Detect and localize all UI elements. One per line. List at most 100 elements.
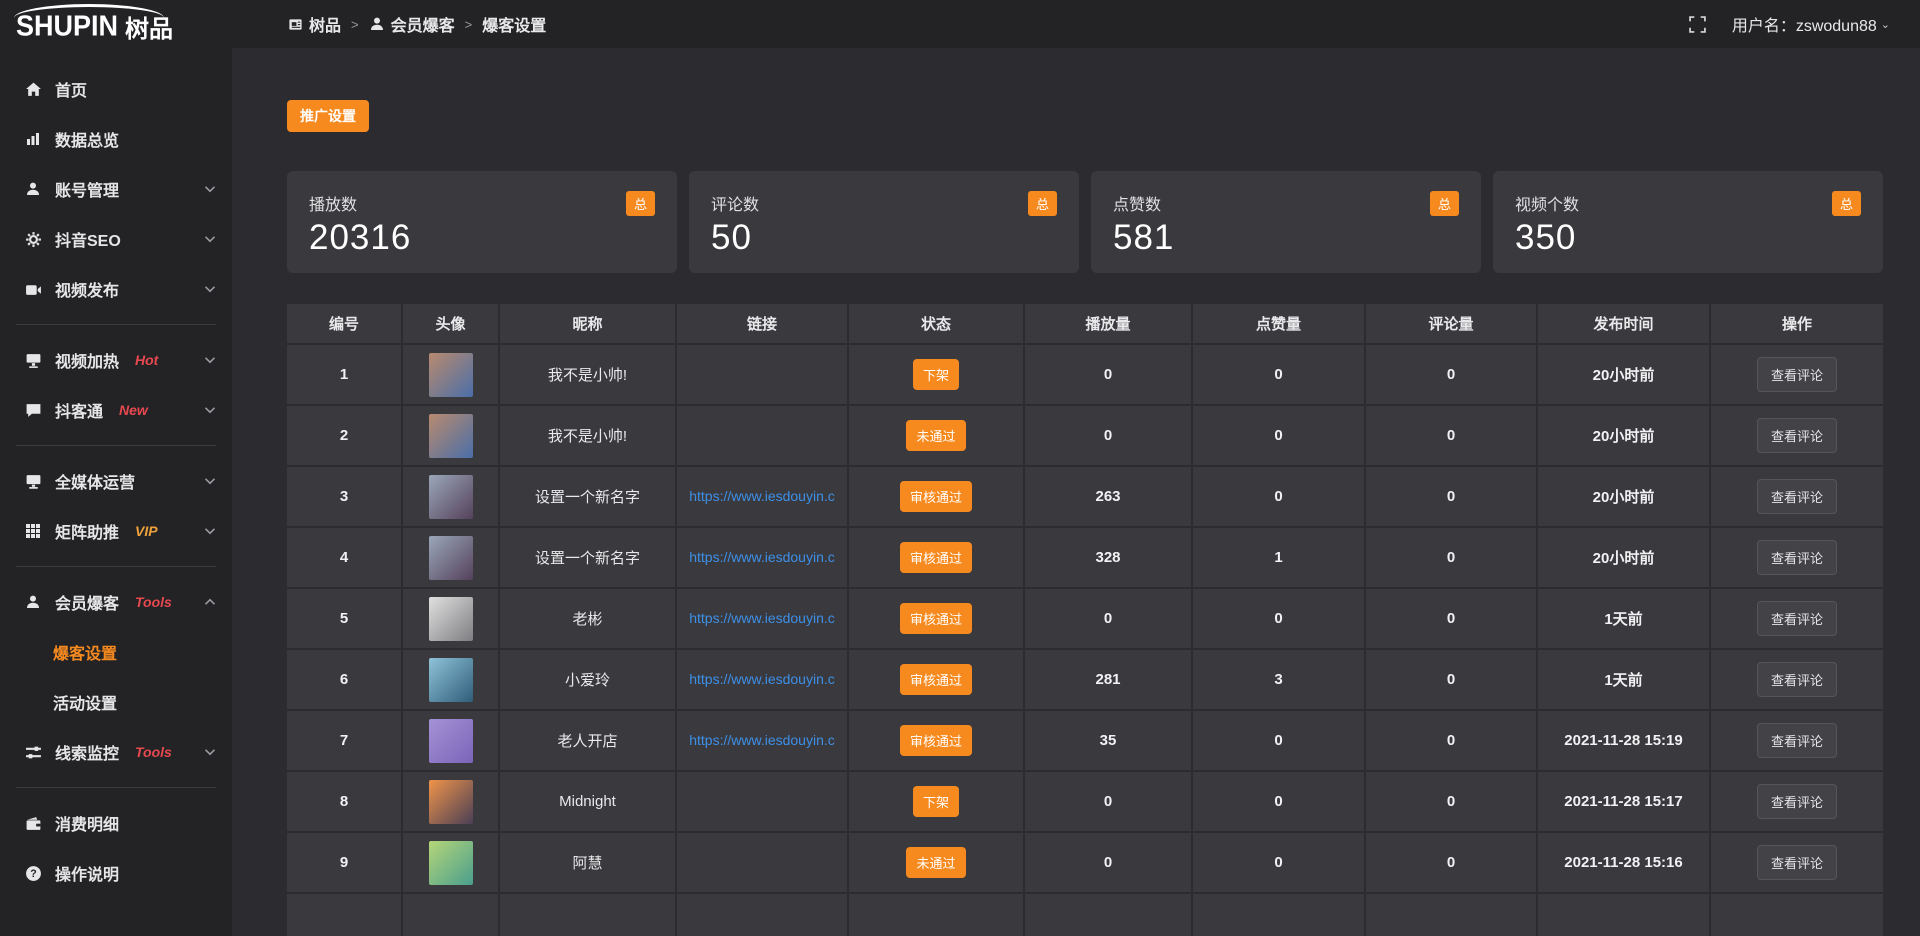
cell-comments: 0 <box>1366 833 1538 894</box>
avatar <box>429 597 473 641</box>
sidebar-item-video-publish[interactable]: 视频发布 <box>0 264 232 314</box>
cell-avatar <box>403 833 500 894</box>
sidebar-item-douketong[interactable]: 抖客通New <box>0 385 232 435</box>
chart-icon <box>24 130 42 148</box>
cell-id: 2 <box>287 406 403 467</box>
breadcrumb-separator: > <box>465 17 473 32</box>
cell-comments: 0 <box>1366 589 1538 650</box>
stat-value: 50 <box>711 218 1057 258</box>
sidebar-item-all-media-operation[interactable]: 全媒体运营 <box>0 456 232 506</box>
account-link[interactable]: https://www.iesdouyin.c <box>689 671 835 687</box>
cell-link: https://www.iesdouyin.c <box>677 589 849 650</box>
table-row: 2我不是小帅!未通过00020小时前查看评论 <box>287 406 1883 467</box>
page-content: 推广设置 播放数20316总评论数50总点赞数581总视频个数350总 编号头像… <box>232 48 1920 936</box>
sidebar-item-consumption-detail[interactable]: 消费明细 <box>0 798 232 848</box>
account-link[interactable]: https://www.iesdouyin.c <box>689 610 835 626</box>
user-icon <box>24 180 42 198</box>
status-badge[interactable]: 审核通过 <box>900 481 972 512</box>
view-comments-button[interactable]: 查看评论 <box>1757 601 1837 636</box>
total-badge: 总 <box>1028 191 1057 216</box>
view-comments-button[interactable]: 查看评论 <box>1757 723 1837 758</box>
account-link[interactable]: https://www.iesdouyin.c <box>689 549 835 565</box>
sidebar: SHUPIN 树品 首页数据总览账号管理抖音SEO视频发布视频加热Hot抖客通N… <box>0 0 232 936</box>
home-icon <box>24 80 42 98</box>
cell-link: https://www.iesdouyin.c <box>677 711 849 772</box>
status-badge[interactable]: 未通过 <box>906 847 965 878</box>
sidebar-item-home[interactable]: 首页 <box>0 64 232 114</box>
sidebar-divider <box>16 445 216 446</box>
sidebar-item-matrix-boost[interactable]: 矩阵助推VIP <box>0 506 232 556</box>
column-header: 编号 <box>287 304 403 345</box>
sidebar-item-douyin-seo[interactable]: 抖音SEO <box>0 214 232 264</box>
table-row <box>287 894 1883 936</box>
cell-avatar <box>403 345 500 406</box>
breadcrumb-item-3: 爆客设置 <box>482 12 546 36</box>
sidebar-item-account-management[interactable]: 账号管理 <box>0 164 232 214</box>
cell-avatar <box>403 528 500 589</box>
stat-cards: 播放数20316总评论数50总点赞数581总视频个数350总 <box>287 171 1883 273</box>
cell-avatar <box>403 589 500 650</box>
status-badge[interactable]: 未通过 <box>906 420 965 451</box>
view-comments-button[interactable]: 查看评论 <box>1757 784 1837 819</box>
view-comments-button[interactable]: 查看评论 <box>1757 357 1837 392</box>
status-badge[interactable]: 审核通过 <box>900 664 972 695</box>
total-badge: 总 <box>1832 191 1861 216</box>
cell-status: 未通过 <box>849 833 1025 894</box>
account-link[interactable]: https://www.iesdouyin.c <box>689 488 835 504</box>
breadcrumb-item-2[interactable]: 会员爆客 <box>369 12 455 36</box>
cell-comments: 0 <box>1366 650 1538 711</box>
sidebar-item-video-heat[interactable]: 视频加热Hot <box>0 335 232 385</box>
svg-text:?: ? <box>30 868 36 880</box>
cell-id: 8 <box>287 772 403 833</box>
user-menu[interactable]: 用户名：zswodun88 ⌄ <box>1732 12 1890 36</box>
stat-label: 播放数 <box>309 191 655 215</box>
cell-likes: 1 <box>1193 528 1366 589</box>
stat-card: 点赞数581总 <box>1091 171 1481 273</box>
promotion-settings-button[interactable]: 推广设置 <box>287 100 369 132</box>
status-badge[interactable]: 审核通过 <box>900 603 972 634</box>
view-comments-button[interactable]: 查看评论 <box>1757 845 1837 880</box>
sidebar-item-member-baoke[interactable]: 会员爆客Tools <box>0 577 232 627</box>
accounts-table: 编号头像昵称链接状态播放量点赞量评论量发布时间操作 1我不是小帅!下架00020… <box>287 304 1883 936</box>
sidebar-subitem-baoke-settings[interactable]: 爆客设置 <box>0 627 232 677</box>
fullscreen-icon[interactable] <box>1689 16 1706 33</box>
cell-comments: 0 <box>1366 467 1538 528</box>
stat-label: 评论数 <box>711 191 1057 215</box>
cell-avatar <box>403 467 500 528</box>
cell-action: 查看评论 <box>1711 345 1883 406</box>
cell-action <box>1711 894 1883 936</box>
cell-link <box>677 833 849 894</box>
stat-card: 评论数 50总 <box>689 171 1079 273</box>
view-comments-button[interactable]: 查看评论 <box>1757 418 1837 453</box>
table-row: 1我不是小帅!下架00020小时前查看评论 <box>287 345 1883 406</box>
panel-icon <box>288 17 303 32</box>
sidebar-item-label: 线索监控 <box>55 740 119 764</box>
cell-link: https://www.iesdouyin.c <box>677 650 849 711</box>
sidebar-subitem-activity-settings[interactable]: 活动设置 <box>0 677 232 727</box>
status-badge[interactable]: 下架 <box>913 786 959 817</box>
grid-icon <box>24 522 42 540</box>
breadcrumb-item-1[interactable]: 树品 <box>288 12 341 36</box>
cell-comments: 0 <box>1366 711 1538 772</box>
view-comments-button[interactable]: 查看评论 <box>1757 540 1837 575</box>
view-comments-button[interactable]: 查看评论 <box>1757 662 1837 697</box>
view-comments-button[interactable]: 查看评论 <box>1757 479 1837 514</box>
sidebar-item-label: 消费明细 <box>55 811 119 835</box>
cell-nickname: 设置一个新名字 <box>500 528 677 589</box>
status-badge[interactable]: 审核通过 <box>900 725 972 756</box>
sidebar-item-lead-monitor[interactable]: 线索监控Tools <box>0 727 232 777</box>
account-link[interactable]: https://www.iesdouyin.c <box>689 732 835 748</box>
cell-nickname: Midnight <box>500 772 677 833</box>
sidebar-item-operation-guide[interactable]: ?操作说明 <box>0 848 232 898</box>
status-badge[interactable]: 审核通过 <box>900 542 972 573</box>
cell-action: 查看评论 <box>1711 711 1883 772</box>
cell-plays: 0 <box>1025 345 1193 406</box>
sidebar-item-data-overview[interactable]: 数据总览 <box>0 114 232 164</box>
status-badge[interactable]: 下架 <box>913 359 959 390</box>
app-window: SHUPIN 树品 首页数据总览账号管理抖音SEO视频发布视频加热Hot抖客通N… <box>0 0 1920 936</box>
table-row: 8Midnight下架0002021-11-28 15:17查看评论 <box>287 772 1883 833</box>
member-icon <box>24 593 42 611</box>
avatar <box>429 414 473 458</box>
column-header: 操作 <box>1711 304 1883 345</box>
breadcrumb-label: 树品 <box>309 12 341 36</box>
